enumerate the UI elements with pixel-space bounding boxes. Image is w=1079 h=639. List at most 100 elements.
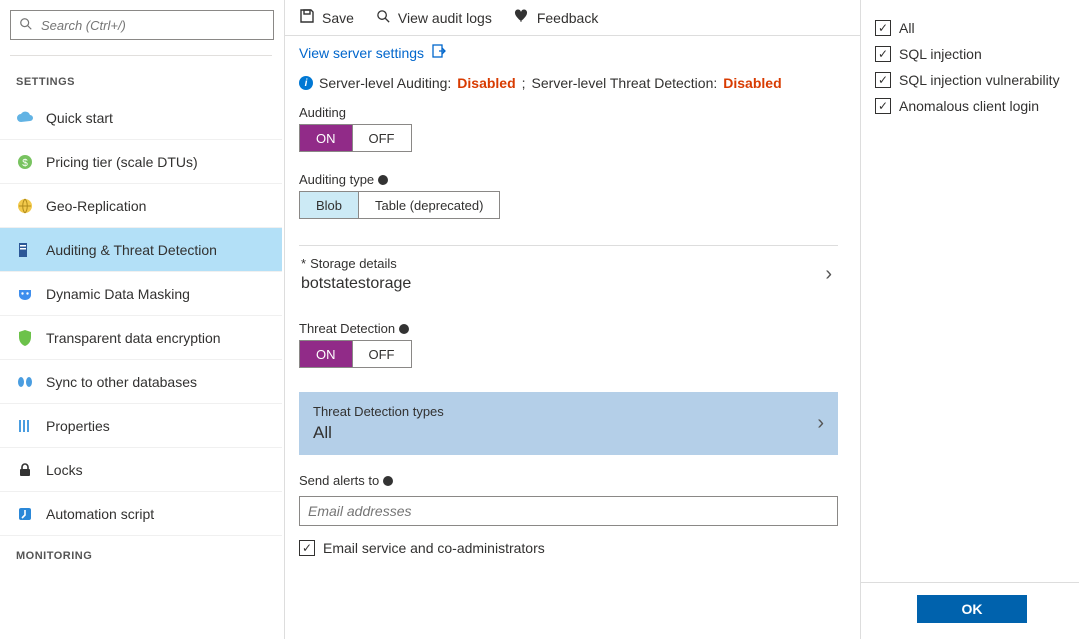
sidebar-item-locks[interactable]: Locks — [0, 448, 282, 492]
checkbox-icon[interactable]: ✓ — [875, 46, 891, 62]
alert-email-input[interactable] — [299, 496, 838, 526]
threat-type-option-sql-injection[interactable]: ✓ SQL injection — [875, 46, 1065, 62]
sidebar-item-tde[interactable]: Transparent data encryption — [0, 316, 282, 360]
shield-icon — [16, 329, 34, 347]
auditing-off[interactable]: OFF — [352, 125, 411, 151]
mask-icon — [16, 285, 34, 303]
checkbox-icon[interactable]: ✓ — [875, 20, 891, 36]
view-audit-logs-button[interactable]: View audit logs — [376, 9, 492, 27]
auditing-type-table[interactable]: Table (deprecated) — [358, 192, 499, 218]
svg-text:$: $ — [22, 158, 28, 169]
status-threat-value: Disabled — [723, 75, 781, 91]
auditing-on[interactable]: ON — [300, 125, 352, 151]
threat-type-option-anomalous-login[interactable]: ✓ Anomalous client login — [875, 98, 1065, 114]
globe-icon — [16, 197, 34, 215]
sidebar-item-label: Locks — [46, 462, 83, 478]
auditing-type-label: Auditing type — [299, 172, 838, 187]
divider — [861, 582, 1079, 583]
auditing-toggle[interactable]: ON OFF — [299, 124, 412, 152]
chevron-right-icon: › — [825, 263, 832, 286]
popout-icon — [432, 44, 446, 61]
threat-types-value: All — [313, 423, 444, 443]
sidebar-item-label: Geo-Replication — [46, 198, 146, 214]
help-icon[interactable] — [399, 324, 409, 334]
link-label: View server settings — [299, 45, 424, 61]
threat-types-card[interactable]: Threat Detection types All › — [299, 392, 838, 455]
divider — [10, 55, 272, 56]
sidebar-item-label: Sync to other databases — [46, 374, 197, 390]
status-auditing-label: Server-level Auditing: — [319, 75, 451, 91]
server-icon — [16, 241, 34, 259]
sidebar-item-label: Dynamic Data Masking — [46, 286, 190, 302]
sidebar-item-auditing[interactable]: Auditing & Threat Detection — [0, 228, 282, 272]
sidebar-item-pricing[interactable]: $ Pricing tier (scale DTUs) — [0, 140, 282, 184]
sidebar-item-label: Auditing & Threat Detection — [46, 242, 217, 258]
status-banner: i Server-level Auditing: Disabled; Serve… — [299, 75, 838, 91]
right-panel: ✓ All ✓ SQL injection ✓ SQL injection vu… — [861, 0, 1079, 639]
sidebar-item-automation[interactable]: Automation script — [0, 492, 282, 536]
help-icon[interactable] — [378, 175, 388, 185]
properties-icon — [16, 417, 34, 435]
audit-logs-label: View audit logs — [398, 10, 492, 26]
view-server-settings-link[interactable]: View server settings — [299, 44, 838, 61]
sidebar: SETTINGS Quick start $ Pricing tier (sca… — [0, 0, 285, 639]
lock-icon — [16, 461, 34, 479]
feedback-button[interactable]: Feedback — [514, 9, 598, 26]
option-label: SQL injection — [899, 46, 982, 62]
heart-icon — [514, 9, 530, 26]
threat-types-label: Threat Detection types — [313, 404, 444, 419]
auditing-label: Auditing — [299, 105, 838, 120]
status-auditing-value: Disabled — [457, 75, 515, 91]
sync-icon — [16, 373, 34, 391]
section-settings: SETTINGS — [0, 62, 282, 96]
email-coadmins-row[interactable]: ✓ Email service and co-administrators — [299, 540, 838, 556]
save-label: Save — [322, 10, 354, 26]
auditing-type-blob[interactable]: Blob — [300, 192, 358, 218]
threat-type-option-sql-vuln[interactable]: ✓ SQL injection vulnerability — [875, 72, 1065, 88]
option-label: Anomalous client login — [899, 98, 1039, 114]
ok-button[interactable]: OK — [917, 595, 1027, 623]
threat-detection-label: Threat Detection — [299, 321, 838, 336]
main-panel: Save View audit logs Feedback View serve… — [285, 0, 861, 639]
save-icon — [299, 8, 315, 27]
cloud-icon — [16, 109, 34, 127]
feedback-label: Feedback — [537, 10, 598, 26]
storage-details-row[interactable]: *Storage details botstatestorage › — [299, 245, 838, 311]
status-threat-label: Server-level Threat Detection: — [532, 75, 718, 91]
chevron-right-icon: › — [817, 412, 824, 435]
script-icon — [16, 505, 34, 523]
sidebar-item-properties[interactable]: Properties — [0, 404, 282, 448]
section-monitoring: MONITORING — [0, 536, 282, 570]
threat-on[interactable]: ON — [300, 341, 352, 367]
auditing-type-toggle[interactable]: Blob Table (deprecated) — [299, 191, 500, 219]
sidebar-item-label: Pricing tier (scale DTUs) — [46, 154, 198, 170]
sidebar-item-label: Quick start — [46, 110, 113, 126]
storage-label: Storage details — [310, 256, 397, 271]
threat-detection-toggle[interactable]: ON OFF — [299, 340, 412, 368]
threat-off[interactable]: OFF — [352, 341, 411, 367]
info-icon: i — [299, 76, 313, 90]
sidebar-item-geo[interactable]: Geo-Replication — [0, 184, 282, 228]
sidebar-item-sync[interactable]: Sync to other databases — [0, 360, 282, 404]
checkbox-icon[interactable]: ✓ — [299, 540, 315, 556]
search-icon — [19, 17, 33, 34]
toolbar: Save View audit logs Feedback — [285, 0, 860, 36]
sidebar-item-quick-start[interactable]: Quick start — [0, 96, 282, 140]
option-label: SQL injection vulnerability — [899, 72, 1060, 88]
option-label: All — [899, 20, 915, 36]
alerts-label: Send alerts to — [299, 473, 838, 488]
sidebar-item-masking[interactable]: Dynamic Data Masking — [0, 272, 282, 316]
help-icon[interactable] — [383, 476, 393, 486]
search-input[interactable] — [41, 18, 265, 33]
checkbox-icon[interactable]: ✓ — [875, 98, 891, 114]
magnifier-icon — [376, 9, 391, 27]
save-button[interactable]: Save — [299, 8, 354, 27]
sidebar-item-label: Transparent data encryption — [46, 330, 221, 346]
sidebar-item-label: Properties — [46, 418, 110, 434]
search-box[interactable] — [10, 10, 274, 40]
sidebar-item-label: Automation script — [46, 506, 154, 522]
required-star: * — [301, 256, 306, 271]
email-coadmins-label: Email service and co-administrators — [323, 540, 545, 556]
checkbox-icon[interactable]: ✓ — [875, 72, 891, 88]
threat-type-option-all[interactable]: ✓ All — [875, 20, 1065, 36]
